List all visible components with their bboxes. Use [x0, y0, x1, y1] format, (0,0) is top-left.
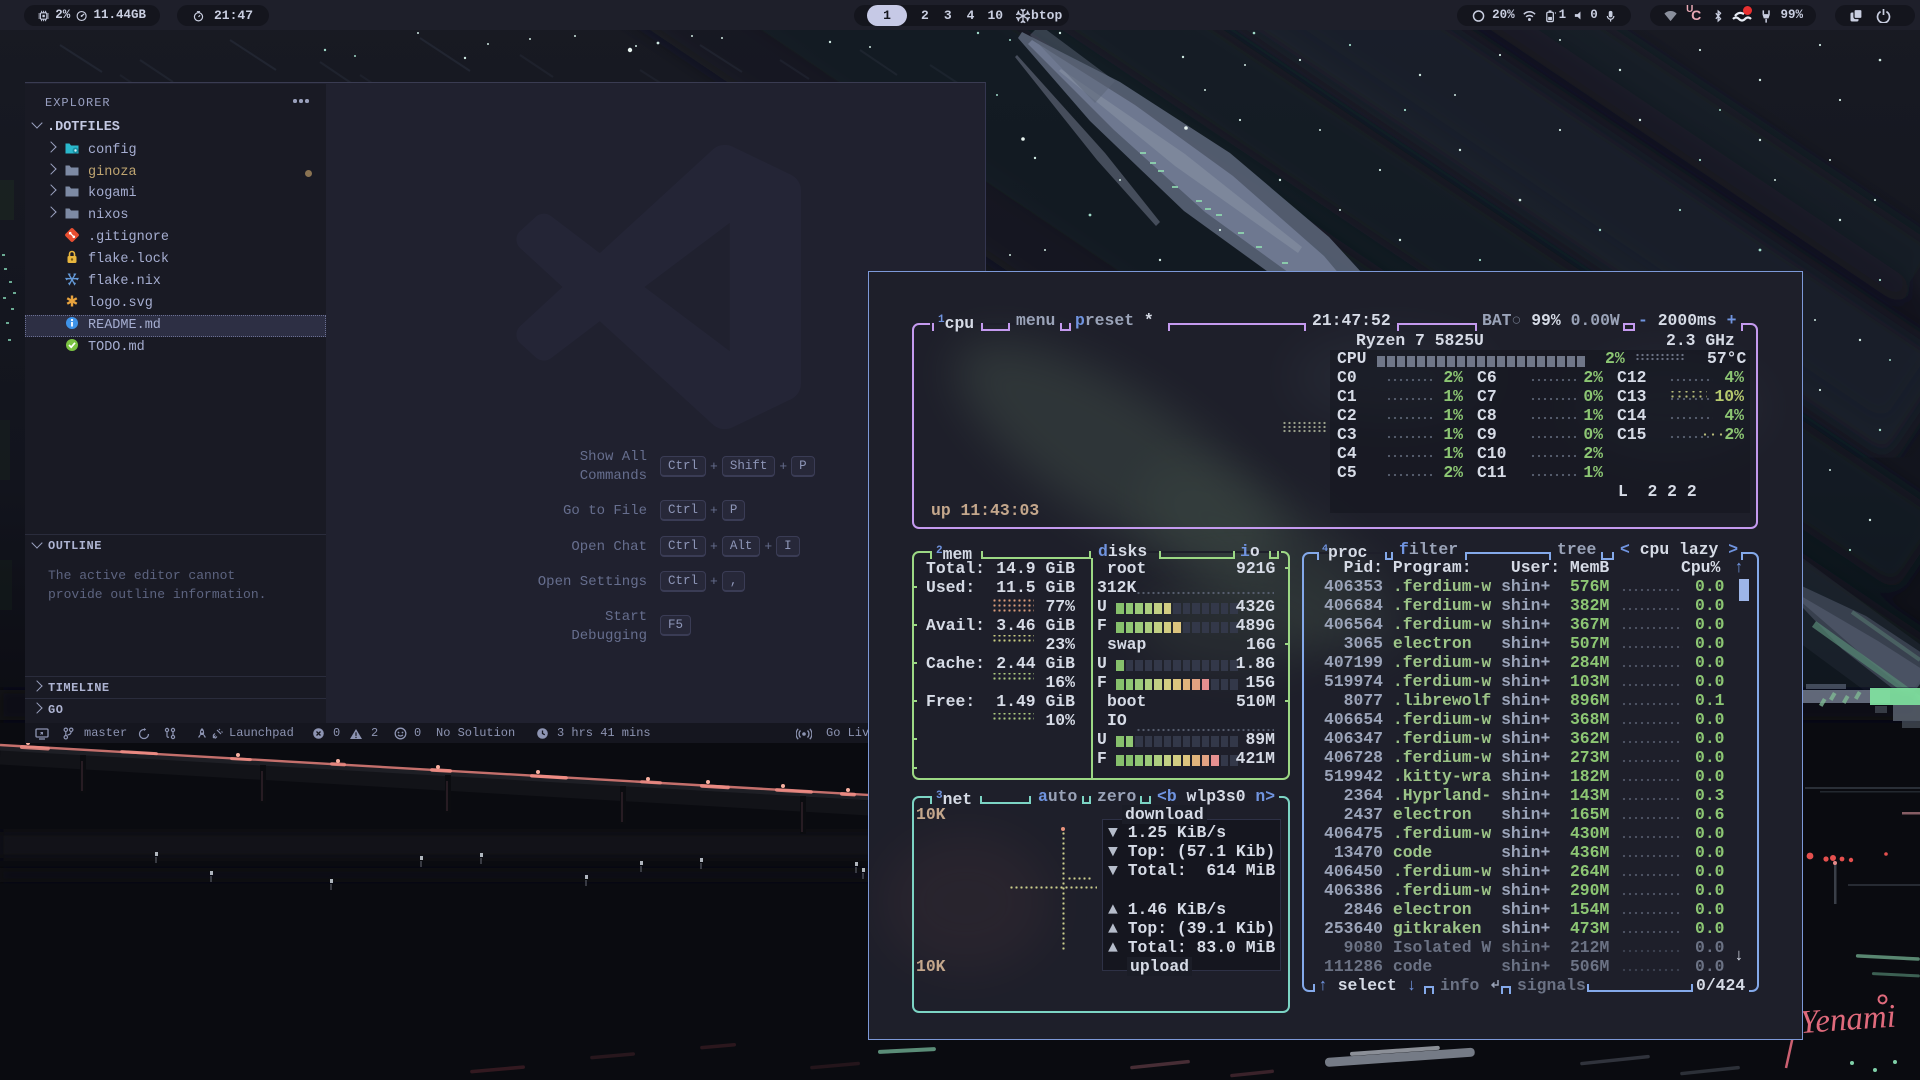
- svg-text:Yenami: Yenami: [1799, 998, 1897, 1041]
- svg-text:*: *: [1554, 11, 1556, 18]
